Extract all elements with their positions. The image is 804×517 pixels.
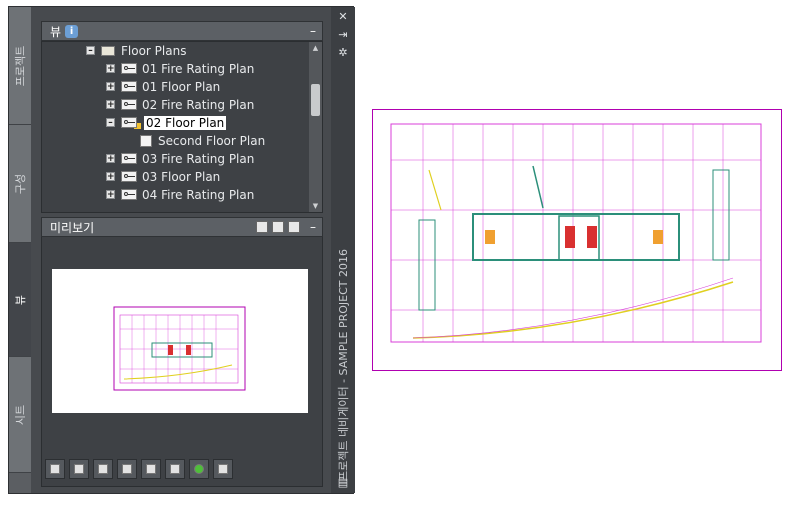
scroll-thumb[interactable]: [311, 84, 320, 116]
preview-section-header: 미리보기 –: [41, 217, 323, 237]
tree-node-label: 01 Fire Rating Plan: [142, 61, 255, 76]
expand-icon[interactable]: +: [106, 154, 115, 164]
refresh-icon: [194, 464, 204, 474]
scroll-down-icon[interactable]: ▼: [311, 202, 320, 210]
collapse-icon[interactable]: –: [86, 46, 95, 56]
minimize-views-button[interactable]: –: [310, 24, 316, 38]
tree-node-view[interactable]: + 03 Floor Plan: [106, 168, 220, 185]
regenerate-icon: [218, 464, 228, 474]
add-view-button[interactable]: [45, 459, 65, 479]
expand-icon[interactable]: +: [106, 190, 115, 200]
regenerate-button[interactable]: [213, 459, 233, 479]
tree-node-view-selected[interactable]: – 02 Floor Plan: [106, 114, 227, 131]
add-detail-button[interactable]: [69, 459, 89, 479]
tree-node-label: 04 Fire Rating Plan: [142, 187, 255, 202]
tree-node-label: 03 Fire Rating Plan: [142, 151, 255, 166]
tree-node-label: 02 Floor Plan: [144, 115, 227, 130]
views-section-label: 뷰: [50, 24, 62, 39]
properties-button[interactable]: [165, 459, 185, 479]
add-detail-icon: [74, 464, 84, 474]
view-icon: [121, 63, 137, 74]
tree-node-label: Floor Plans: [121, 43, 187, 58]
tree-node-view[interactable]: + 01 Floor Plan: [106, 78, 220, 95]
floor-plan-drawing: [390, 123, 762, 343]
navigator-toolbar: [41, 455, 323, 485]
tree-node-view[interactable]: + 02 Fire Rating Plan: [106, 96, 254, 113]
expand-icon[interactable]: +: [106, 100, 115, 110]
tab-constructs[interactable]: 구성: [9, 125, 31, 243]
reposition-icon: [122, 464, 132, 474]
tab-sheets[interactable]: 시트: [9, 357, 31, 473]
views-section-header: 뷰 i –: [41, 21, 323, 41]
views-tree: – Floor Plans + 01 Fire Rating Plan + 01…: [41, 41, 323, 213]
tree-scrollbar[interactable]: ▲ ▼: [309, 42, 322, 212]
tree-node-view[interactable]: + 03 Fire Rating Plan: [106, 150, 254, 167]
view-icon: [121, 117, 137, 128]
sheet-view-icon: [140, 134, 152, 147]
tree-node-label: 01 Floor Plan: [142, 79, 221, 94]
tab-project[interactable]: 프로젝트: [9, 7, 31, 125]
zoom-preview-icon[interactable]: [256, 221, 268, 233]
add-section-button[interactable]: [93, 459, 113, 479]
refresh-button[interactable]: [189, 459, 209, 479]
folder-icon: [101, 45, 115, 56]
preview-image: [52, 269, 308, 413]
tree-node-label: Second Floor Plan: [158, 133, 266, 148]
preview-section-label: 미리보기: [50, 220, 95, 235]
minimize-preview-button[interactable]: –: [310, 220, 316, 234]
palette-menu-icon[interactable]: ▤: [337, 477, 349, 489]
window-preview-icon[interactable]: [272, 221, 284, 233]
collapse-icon[interactable]: –: [106, 118, 115, 128]
tree-node-view[interactable]: + 01 Fire Rating Plan: [106, 60, 254, 77]
close-icon[interactable]: ✕: [337, 11, 349, 23]
properties-icon: [170, 464, 180, 474]
expand-icon[interactable]: +: [106, 64, 115, 74]
tab-views[interactable]: 뷰: [9, 243, 31, 357]
edit-icon: [146, 464, 156, 474]
view-icon: [121, 81, 137, 92]
reposition-button[interactable]: [117, 459, 137, 479]
navigator-main: 뷰 i – – Floor Plans + 01 Fire Rating Pla…: [31, 7, 331, 493]
view-icon: [121, 171, 137, 182]
view-icon: [121, 153, 137, 164]
autohide-icon[interactable]: ⇥: [337, 29, 349, 41]
view-icon: [121, 99, 137, 110]
tree-node-floor-plans[interactable]: – Floor Plans: [86, 42, 186, 59]
settings-preview-icon[interactable]: [288, 221, 300, 233]
expand-icon[interactable]: +: [106, 172, 115, 182]
properties-icon[interactable]: ✲: [337, 47, 349, 59]
add-view-icon: [50, 464, 60, 474]
tree-node-view[interactable]: + 04 Fire Rating Plan: [106, 186, 254, 203]
drawing-viewport[interactable]: [372, 109, 782, 371]
project-navigator-palette: 프로젝트 구성 뷰 시트 뷰 i – – Floor Plans + 01 Fi…: [8, 6, 355, 494]
view-icon: [121, 189, 137, 200]
tree-node-label: 03 Floor Plan: [142, 169, 221, 184]
scroll-up-icon[interactable]: ▲: [311, 44, 320, 52]
side-tabs: 프로젝트 구성 뷰 시트: [9, 7, 31, 493]
tree-node-label: 02 Fire Rating Plan: [142, 97, 255, 112]
info-icon[interactable]: i: [65, 24, 79, 38]
tree-node-sheet-view[interactable]: Second Floor Plan: [140, 132, 265, 149]
palette-title-bar: ✕ ⇥ ✲ 프로젝트 네비게이터 - SAMPLE PROJECT 2016 ▤: [331, 7, 355, 493]
edit-button[interactable]: [141, 459, 161, 479]
add-section-icon: [98, 464, 108, 474]
expand-icon[interactable]: +: [106, 82, 115, 92]
preview-icons: [256, 221, 300, 233]
preview-floor-plan-thumbnail: [113, 306, 246, 391]
